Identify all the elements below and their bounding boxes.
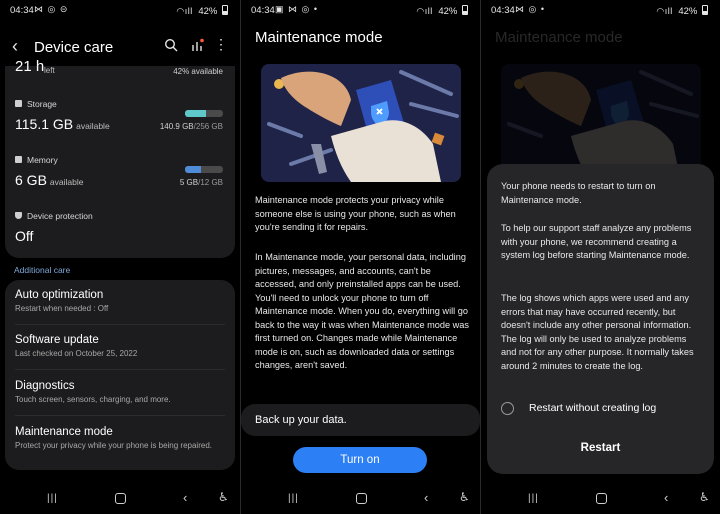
battery-time-value: 21 h xyxy=(15,58,45,75)
restart-dialog: Your phone needs to restart to turn on M… xyxy=(487,164,714,474)
battery-available: 42% available xyxy=(173,67,223,76)
dialog-paragraph-1: Your phone needs to restart to turn on M… xyxy=(501,181,656,205)
status-time: 04:34 xyxy=(10,5,34,16)
storage-label: Storage xyxy=(27,99,57,109)
additional-care-card: Auto optimization Restart when needed : … xyxy=(5,280,235,470)
item-title: Software update xyxy=(15,334,99,346)
restart-without-log-label[interactable]: Restart without creating log xyxy=(529,402,656,414)
battery-icon xyxy=(462,5,468,15)
divider xyxy=(15,415,225,416)
battery-percent: 42% xyxy=(438,6,458,17)
shield-icon xyxy=(15,212,22,219)
status-time: 04:34 xyxy=(491,5,515,16)
storage-icon xyxy=(15,100,22,107)
search-icon[interactable] xyxy=(164,38,178,52)
battery-time-unit: left xyxy=(44,66,55,75)
storage-used: 140.9 GB xyxy=(159,122,194,131)
memory-suffix: available xyxy=(49,177,84,187)
turn-on-button[interactable]: Turn on xyxy=(293,447,427,473)
memory-icon xyxy=(15,156,22,163)
status-bar: 04:34 ▣ ⋈ ◎ • ◠ıll 42% xyxy=(241,0,480,22)
description-paragraph-1: Maintenance mode protects your privacy w… xyxy=(255,195,456,232)
memory-value: 6 GB xyxy=(15,172,47,188)
storage-suffix: available xyxy=(76,121,110,131)
memory-total: /12 GB xyxy=(198,178,223,187)
description-paragraph-2: In Maintenance mode, your personal data,… xyxy=(255,252,469,370)
battery-percent: 42% xyxy=(678,6,698,17)
notification-icons: ⋈ ◎ ⊝ xyxy=(34,4,69,14)
back-icon[interactable]: ‹ xyxy=(424,490,428,505)
backup-label: Back up your data. xyxy=(255,414,347,426)
status-bar: 04:34 ⋈ ◎ ⊝ ◠ıll 42% xyxy=(0,0,240,22)
status-time: 04:34 xyxy=(251,5,275,16)
diagnostics-item[interactable]: Diagnostics Touch screen, sensors, charg… xyxy=(15,380,227,405)
navigation-bar: ||| ‹ ♿︎ xyxy=(241,484,480,514)
maintenance-mode-item[interactable]: Maintenance mode Protect your privacy wh… xyxy=(15,426,227,451)
restart-without-log-radio[interactable] xyxy=(501,402,514,415)
home-icon[interactable] xyxy=(115,493,126,504)
page-title: Device care xyxy=(34,39,114,56)
home-icon[interactable] xyxy=(596,493,607,504)
software-update-item[interactable]: Software update Last checked on October … xyxy=(15,334,227,359)
memory-bar xyxy=(185,166,223,173)
page-title: Maintenance mode xyxy=(255,29,383,46)
accessibility-icon[interactable]: ♿︎ xyxy=(459,490,470,504)
recent-apps-icon[interactable]: ||| xyxy=(47,493,58,504)
restart-dialog-screen: 04:34 ⋈ ◎ • ◠ıll 42% Maintenance mode Yo… xyxy=(481,0,720,514)
backup-data-link[interactable]: Back up your data. xyxy=(241,404,480,436)
notification-icons: ▣ ⋈ ◎ • xyxy=(275,4,319,14)
back-icon[interactable]: ‹ xyxy=(664,490,668,505)
auto-optimization-item[interactable]: Auto optimization Restart when needed : … xyxy=(15,289,227,314)
back-icon[interactable]: ‹ xyxy=(183,490,187,505)
maintenance-mode-screen: 04:34 ▣ ⋈ ◎ • ◠ıll 42% Maintenance mode … xyxy=(241,0,480,514)
divider xyxy=(15,324,225,325)
more-options-icon[interactable]: ⋮ xyxy=(214,36,228,53)
dialog-paragraph-3: The log shows which apps were used and a… xyxy=(501,293,694,371)
navigation-bar: ||| ‹ ♿︎ xyxy=(0,484,240,514)
back-arrow-icon[interactable]: ‹ xyxy=(12,36,18,57)
item-title: Auto optimization xyxy=(15,289,104,301)
device-care-screen: 04:34 ⋈ ◎ ⊝ ◠ıll 42% ‹ Device care ⋮ 21 … xyxy=(0,0,240,514)
accessibility-icon[interactable]: ♿︎ xyxy=(218,490,229,504)
item-title: Maintenance mode xyxy=(15,426,113,438)
divider xyxy=(15,369,225,370)
protection-value: Off xyxy=(15,228,34,244)
status-bar: 04:34 ⋈ ◎ • ◠ıll 42% xyxy=(481,0,720,22)
storage-value: 115.1 GB xyxy=(15,116,74,132)
home-icon[interactable] xyxy=(356,493,367,504)
dialog-paragraph-2: To help our support staff analyze any pr… xyxy=(501,223,692,260)
signal-icon: ◠ıll xyxy=(176,6,193,16)
restart-button[interactable]: Restart xyxy=(487,442,714,454)
item-subtitle: Restart when needed : Off xyxy=(15,304,109,313)
status-card: 21 h left 42% available Storage 115.1 GB… xyxy=(5,58,235,258)
signal-icon: ◠ıll xyxy=(656,6,673,16)
section-header: Additional care xyxy=(14,265,71,275)
item-subtitle: Touch screen, sensors, charging, and mor… xyxy=(15,395,171,404)
memory-used: 5 GB xyxy=(179,178,199,187)
battery-icon xyxy=(222,5,228,15)
navigation-bar: ||| ‹ ♿︎ xyxy=(481,484,720,514)
recent-apps-icon[interactable]: ||| xyxy=(288,493,299,504)
battery-icon xyxy=(702,5,708,15)
signal-icon: ◠ıll xyxy=(416,6,433,16)
recent-apps-icon[interactable]: ||| xyxy=(528,493,539,504)
memory-label: Memory xyxy=(27,155,58,165)
item-title: Diagnostics xyxy=(15,380,75,392)
accessibility-icon[interactable]: ♿︎ xyxy=(699,490,710,504)
repair-illustration xyxy=(261,64,461,182)
storage-bar xyxy=(185,110,223,117)
storage-total: /256 GB xyxy=(193,122,223,131)
item-subtitle: Last checked on October 25, 2022 xyxy=(15,349,138,358)
usage-chart-icon[interactable] xyxy=(190,38,204,52)
item-subtitle: Protect your privacy while your phone is… xyxy=(15,441,212,450)
notification-icons: ⋈ ◎ • xyxy=(515,4,546,14)
protection-label: Device protection xyxy=(27,211,93,221)
battery-percent: 42% xyxy=(198,6,218,17)
